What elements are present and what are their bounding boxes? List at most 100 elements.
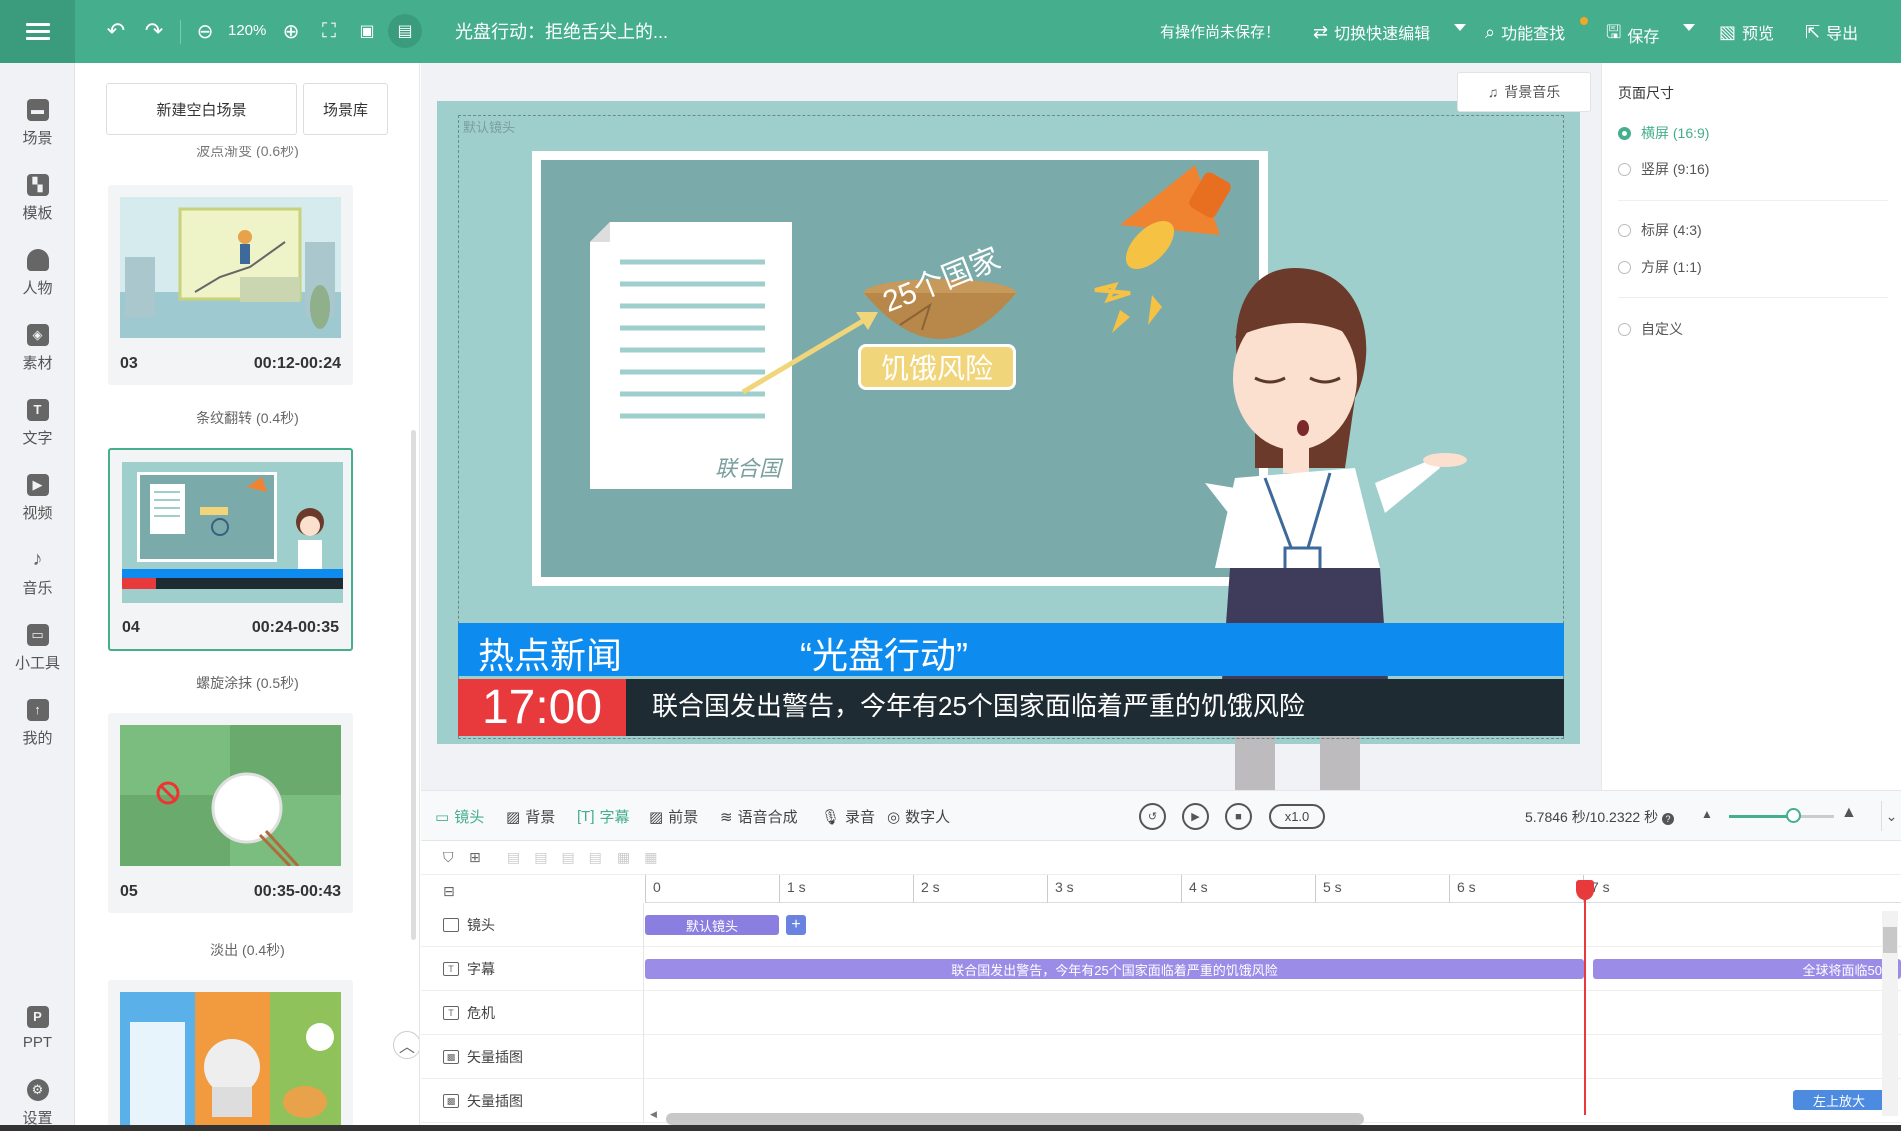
notification-dot: [1580, 17, 1588, 25]
chevron-down-icon[interactable]: [1683, 24, 1695, 31]
preview-button[interactable]: ▧ 预览: [1719, 20, 1774, 44]
radio-icon: [1618, 223, 1631, 237]
menu-button[interactable]: [0, 0, 75, 63]
clip-vector[interactable]: 左上放大: [1793, 1090, 1885, 1110]
timeline-ruler[interactable]: 01 s2 s3 s4 s5 s6 s7 s: [645, 875, 1901, 903]
nav-scene[interactable]: ▬ 场景: [0, 88, 75, 158]
chevron-down-icon[interactable]: [1454, 24, 1466, 31]
radio-portrait[interactable]: 竖屏 (9:16): [1618, 159, 1709, 179]
timeline-vscroll-thumb[interactable]: [1883, 927, 1897, 953]
scene-card-03[interactable]: 03 00:12-00:24: [108, 185, 353, 385]
radio-square[interactable]: 方屏 (1:1): [1618, 257, 1702, 277]
zoom-out-timeline-icon[interactable]: ▲: [1701, 807, 1713, 821]
background-icon: ▨: [506, 808, 521, 826]
collapse-icon[interactable]: ⌄: [1881, 801, 1901, 831]
transition-label[interactable]: 条纹翻转 (0.4秒): [75, 408, 419, 428]
nav-mine[interactable]: ↑ 我的: [0, 688, 75, 758]
scene-time: 00:35-00:43: [253, 883, 341, 900]
play-button[interactable]: ▶: [1182, 803, 1209, 830]
template-icon: ▚: [26, 173, 49, 196]
timeline-zoom-knob[interactable]: [1786, 808, 1801, 823]
playhead-handle[interactable]: [1576, 880, 1594, 900]
group-icon[interactable]: ⊞: [469, 849, 481, 866]
undo-icon[interactable]: ↶: [101, 16, 131, 46]
arrange-tools[interactable]: ▦▦: [617, 849, 671, 866]
background-music-button[interactable]: ♫ 背景音乐: [1457, 72, 1591, 112]
save-button[interactable]: 🖫 保存: [1606, 20, 1659, 50]
music-icon: ♪: [32, 548, 43, 570]
filter-icon[interactable]: ⛉: [443, 849, 454, 866]
clip-default-shot[interactable]: 默认镜头: [645, 915, 779, 935]
layout-icon[interactable]: ▤: [388, 14, 422, 48]
help-icon[interactable]: ?: [1662, 813, 1674, 825]
nav-video[interactable]: ▶ 视频: [0, 463, 75, 533]
clip-subtitle-2[interactable]: 全球将面临50年: [1593, 959, 1901, 979]
export-button[interactable]: ⇱ 导出: [1805, 20, 1858, 44]
tab-voice-synthesis[interactable]: ≋ 语音合成: [720, 806, 798, 827]
document-title[interactable]: 光盘行动：拒绝舌尖上的...: [455, 18, 668, 44]
playhead-line[interactable]: [1584, 880, 1586, 1115]
track-divider: [643, 903, 644, 1123]
transition-label[interactable]: 波点渐变 (0.6秒): [75, 146, 419, 158]
radio-icon: [1618, 260, 1631, 274]
redo-icon[interactable]: ↷: [139, 16, 169, 46]
transition-label[interactable]: 螺旋涂抹 (0.5秒): [75, 673, 419, 693]
radio-custom[interactable]: 自定义: [1618, 319, 1683, 339]
feature-search-button[interactable]: ⌕ 功能查找: [1485, 20, 1565, 44]
tab-camera[interactable]: ▭ 镜头: [435, 806, 484, 827]
bottom-bar: [0, 1125, 1901, 1131]
preview-icon: ▧: [1719, 21, 1737, 42]
scene-card-06[interactable]: [108, 980, 353, 1131]
quick-edit-button[interactable]: ⇄ 切换快速编辑: [1313, 20, 1430, 44]
tab-subtitle[interactable]: [T] 字幕: [577, 806, 630, 827]
scene-card-05[interactable]: 05 00:35-00:43: [108, 713, 353, 913]
news-time: 17:00: [458, 679, 626, 736]
news-text: 联合国发出警告，今年有25个国家面临着严重的饥饿风险: [652, 691, 1305, 721]
timeline-hscroll[interactable]: [666, 1113, 1364, 1125]
align-tools[interactable]: ▤▤▤▤: [507, 849, 616, 866]
vector-image-icon: ▩: [443, 1094, 459, 1108]
scene-number: 03: [120, 355, 138, 372]
clip-subtitle-1[interactable]: 联合国发出警告，今年有25个国家面临着严重的饥饿风险: [645, 959, 1584, 979]
radio-standard[interactable]: 标屏 (4:3): [1618, 220, 1702, 240]
radio-icon: [1618, 162, 1631, 176]
new-blank-scene-button[interactable]: 新建空白场景: [106, 83, 297, 135]
scene-number: 04: [122, 619, 140, 636]
scene-card-04[interactable]: 04 00:24-00:35: [108, 448, 353, 651]
scene-panel-scrollbar[interactable]: [411, 430, 416, 940]
nav-music[interactable]: ♪ 音乐: [0, 538, 75, 608]
zoom-in-icon[interactable]: ⊕: [276, 16, 306, 46]
scene-library-button[interactable]: 场景库: [303, 83, 388, 135]
ruler-tick-line: [1181, 875, 1182, 903]
fit-screen-icon[interactable]: ▣: [352, 16, 382, 46]
zoom-in-timeline-icon[interactable]: ▲: [1841, 804, 1857, 822]
rewind-button[interactable]: ↺: [1139, 803, 1166, 830]
fullscreen-icon[interactable]: ⛶: [314, 16, 344, 46]
tab-recording[interactable]: 🎙 录音: [821, 806, 875, 827]
nav-ppt[interactable]: P PPT: [0, 993, 75, 1063]
radio-icon: [1618, 322, 1631, 336]
news-banner[interactable]: [458, 623, 1564, 676]
transition-label[interactable]: 淡出 (0.4秒): [75, 940, 419, 960]
nav-material[interactable]: ◈ 素材: [0, 313, 75, 383]
stop-button[interactable]: ■: [1225, 803, 1252, 830]
tab-background[interactable]: ▨ 背景: [506, 806, 555, 827]
nav-toolbox[interactable]: ▭ 小工具: [0, 613, 75, 683]
zoom-out-icon[interactable]: ⊖: [190, 16, 220, 46]
add-shot-button[interactable]: +: [786, 915, 806, 935]
scroll-top-button[interactable]: ︿: [393, 1031, 419, 1059]
nav-template[interactable]: ▚ 模板: [0, 163, 75, 233]
speed-button[interactable]: x1.0: [1269, 804, 1325, 829]
scene-time: 00:12-00:24: [253, 355, 341, 372]
upload-icon: ↑: [26, 698, 49, 721]
tab-foreground[interactable]: ▨ 前景: [649, 806, 698, 827]
gear-icon: ⚙: [26, 1078, 49, 1101]
ruler-tick-label: 1 s: [787, 879, 806, 895]
nav-person[interactable]: 人物: [0, 238, 75, 308]
scene-panel: 新建空白场景 场景库 波点渐变 (0.6秒) 03 00:12-00:24 条纹…: [75, 63, 420, 1131]
radio-landscape[interactable]: 横屏 (16:9): [1618, 123, 1709, 143]
scroll-left-icon[interactable]: ◀: [650, 1109, 658, 1119]
nav-text[interactable]: T 文字: [0, 388, 75, 458]
tab-digital-human[interactable]: ◎ 数字人: [887, 806, 950, 827]
timeline-zoom-slider[interactable]: [1729, 815, 1794, 818]
